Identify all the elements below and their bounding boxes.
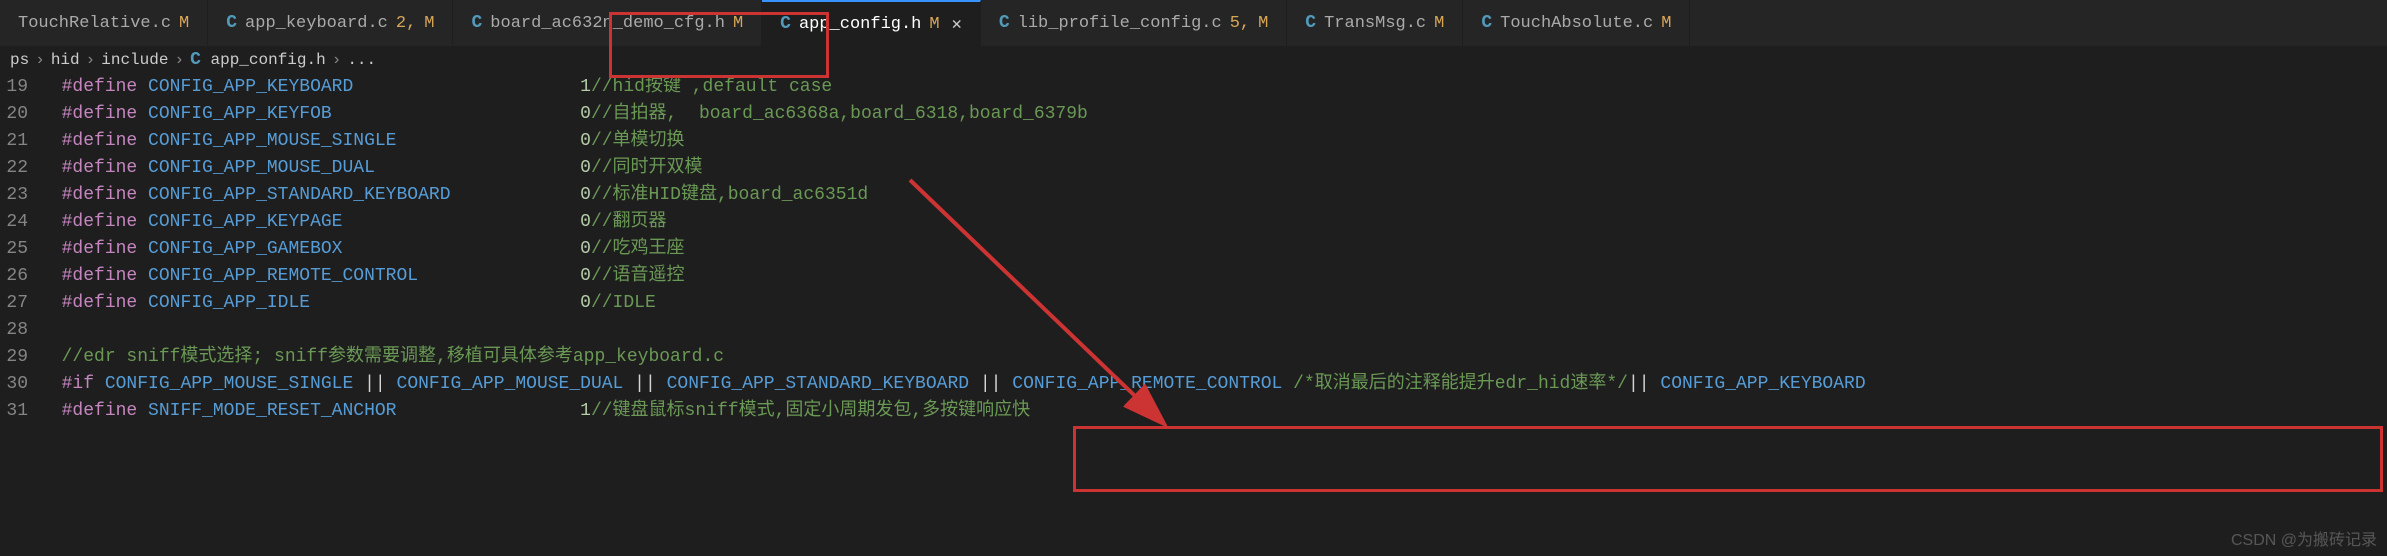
chevron-right-icon: › — [35, 51, 45, 69]
watermark: CSDN @为搬砖记录 — [2231, 526, 2377, 550]
code-content[interactable]: #define CONFIG_APP_KEYBOARD 1//hid按键 ,de… — [40, 74, 2387, 425]
modified-indicator: M — [1661, 14, 1671, 33]
tab-app-keyboard[interactable]: C app_keyboard.c 2, M — [208, 0, 453, 46]
tab-lib-profile[interactable]: C lib_profile_config.c 5, M — [981, 0, 1287, 46]
tab-board-cfg[interactable]: C board_ac632n_demo_cfg.h M — [453, 0, 762, 46]
line-number: 30 — [0, 371, 28, 398]
problem-count: 2, — [396, 14, 416, 33]
chevron-right-icon: › — [86, 51, 96, 69]
file-label: app_config.h — [799, 15, 921, 34]
modified-indicator: M — [424, 14, 434, 33]
line-gutter: 19202122232425262728293031 — [0, 74, 40, 425]
line-number: 29 — [0, 344, 28, 371]
file-label: TransMsg.c — [1324, 14, 1426, 33]
line-number: 28 — [0, 317, 28, 344]
close-icon[interactable]: ✕ — [952, 14, 962, 35]
code-line[interactable]: #define CONFIG_APP_IDLE 0//IDLE — [40, 290, 2387, 317]
code-editor[interactable]: 19202122232425262728293031 #define CONFI… — [0, 74, 2387, 425]
code-line[interactable]: #define CONFIG_APP_KEYBOARD 1//hid按键 ,de… — [40, 74, 2387, 101]
file-label: board_ac632n_demo_cfg.h — [490, 14, 725, 33]
line-number: 24 — [0, 209, 28, 236]
code-line[interactable]: #define CONFIG_APP_KEYFOB 0//自拍器, board_… — [40, 101, 2387, 128]
c-lang-icon: C — [780, 14, 791, 34]
tab-touchrelative[interactable]: TouchRelative.c M — [0, 0, 208, 46]
file-label: TouchAbsolute.c — [1500, 14, 1653, 33]
line-number: 22 — [0, 155, 28, 182]
breadcrumb-segment[interactable]: app_config.h — [210, 51, 325, 69]
c-lang-icon: C — [1481, 13, 1492, 33]
line-number: 20 — [0, 101, 28, 128]
code-line[interactable]: #define CONFIG_APP_MOUSE_DUAL 0//同时开双模 — [40, 155, 2387, 182]
c-lang-icon: C — [226, 13, 237, 33]
modified-indicator: M — [1258, 14, 1268, 33]
chevron-right-icon: › — [332, 51, 342, 69]
code-line[interactable]: #define SNIFF_MODE_RESET_ANCHOR 1//键盘鼠标s… — [40, 398, 2387, 425]
modified-indicator: M — [733, 14, 743, 33]
line-number: 25 — [0, 236, 28, 263]
breadcrumb-segment[interactable]: hid — [51, 51, 80, 69]
code-line[interactable]: #define CONFIG_APP_STANDARD_KEYBOARD 0//… — [40, 182, 2387, 209]
c-lang-icon: C — [999, 13, 1010, 33]
c-lang-icon: C — [471, 13, 482, 33]
file-label: lib_profile_config.c — [1018, 14, 1222, 33]
c-lang-icon: C — [190, 50, 201, 70]
line-number: 31 — [0, 398, 28, 425]
code-line[interactable]: #define CONFIG_APP_GAMEBOX 0//吃鸡王座 — [40, 236, 2387, 263]
modified-indicator: M — [929, 15, 939, 34]
line-number: 23 — [0, 182, 28, 209]
annotation-box-code — [1073, 426, 2383, 492]
breadcrumb-more[interactable]: ... — [347, 51, 376, 69]
line-number: 26 — [0, 263, 28, 290]
tab-app-config[interactable]: C app_config.h M ✕ — [762, 0, 981, 46]
tab-transmsg[interactable]: C TransMsg.c M — [1287, 0, 1463, 46]
code-line[interactable]: #define CONFIG_APP_REMOTE_CONTROL 0//语音遥… — [40, 263, 2387, 290]
file-label: app_keyboard.c — [245, 14, 388, 33]
modified-indicator: M — [179, 14, 189, 33]
line-number: 19 — [0, 74, 28, 101]
code-line[interactable]: #define CONFIG_APP_MOUSE_SINGLE 0//单模切换 — [40, 128, 2387, 155]
c-lang-icon: C — [1305, 13, 1316, 33]
modified-indicator: M — [1434, 14, 1444, 33]
line-number: 21 — [0, 128, 28, 155]
code-line[interactable]: #define CONFIG_APP_KEYPAGE 0//翻页器 — [40, 209, 2387, 236]
code-line[interactable]: #if CONFIG_APP_MOUSE_SINGLE || CONFIG_AP… — [40, 371, 2387, 398]
file-label: TouchRelative.c — [18, 14, 171, 33]
breadcrumb-segment[interactable]: ps — [10, 51, 29, 69]
breadcrumb[interactable]: ps › hid › include › C app_config.h › ..… — [0, 46, 2387, 74]
code-line[interactable] — [40, 317, 2387, 344]
tab-bar: TouchRelative.c M C app_keyboard.c 2, M … — [0, 0, 2387, 46]
breadcrumb-segment[interactable]: include — [101, 51, 168, 69]
chevron-right-icon: › — [174, 51, 184, 69]
line-number: 27 — [0, 290, 28, 317]
tab-touchabsolute[interactable]: C TouchAbsolute.c M — [1463, 0, 1690, 46]
problem-count: 5, — [1230, 14, 1250, 33]
code-line[interactable]: //edr sniff模式选择; sniff参数需要调整,移植可具体参考app_… — [40, 344, 2387, 371]
